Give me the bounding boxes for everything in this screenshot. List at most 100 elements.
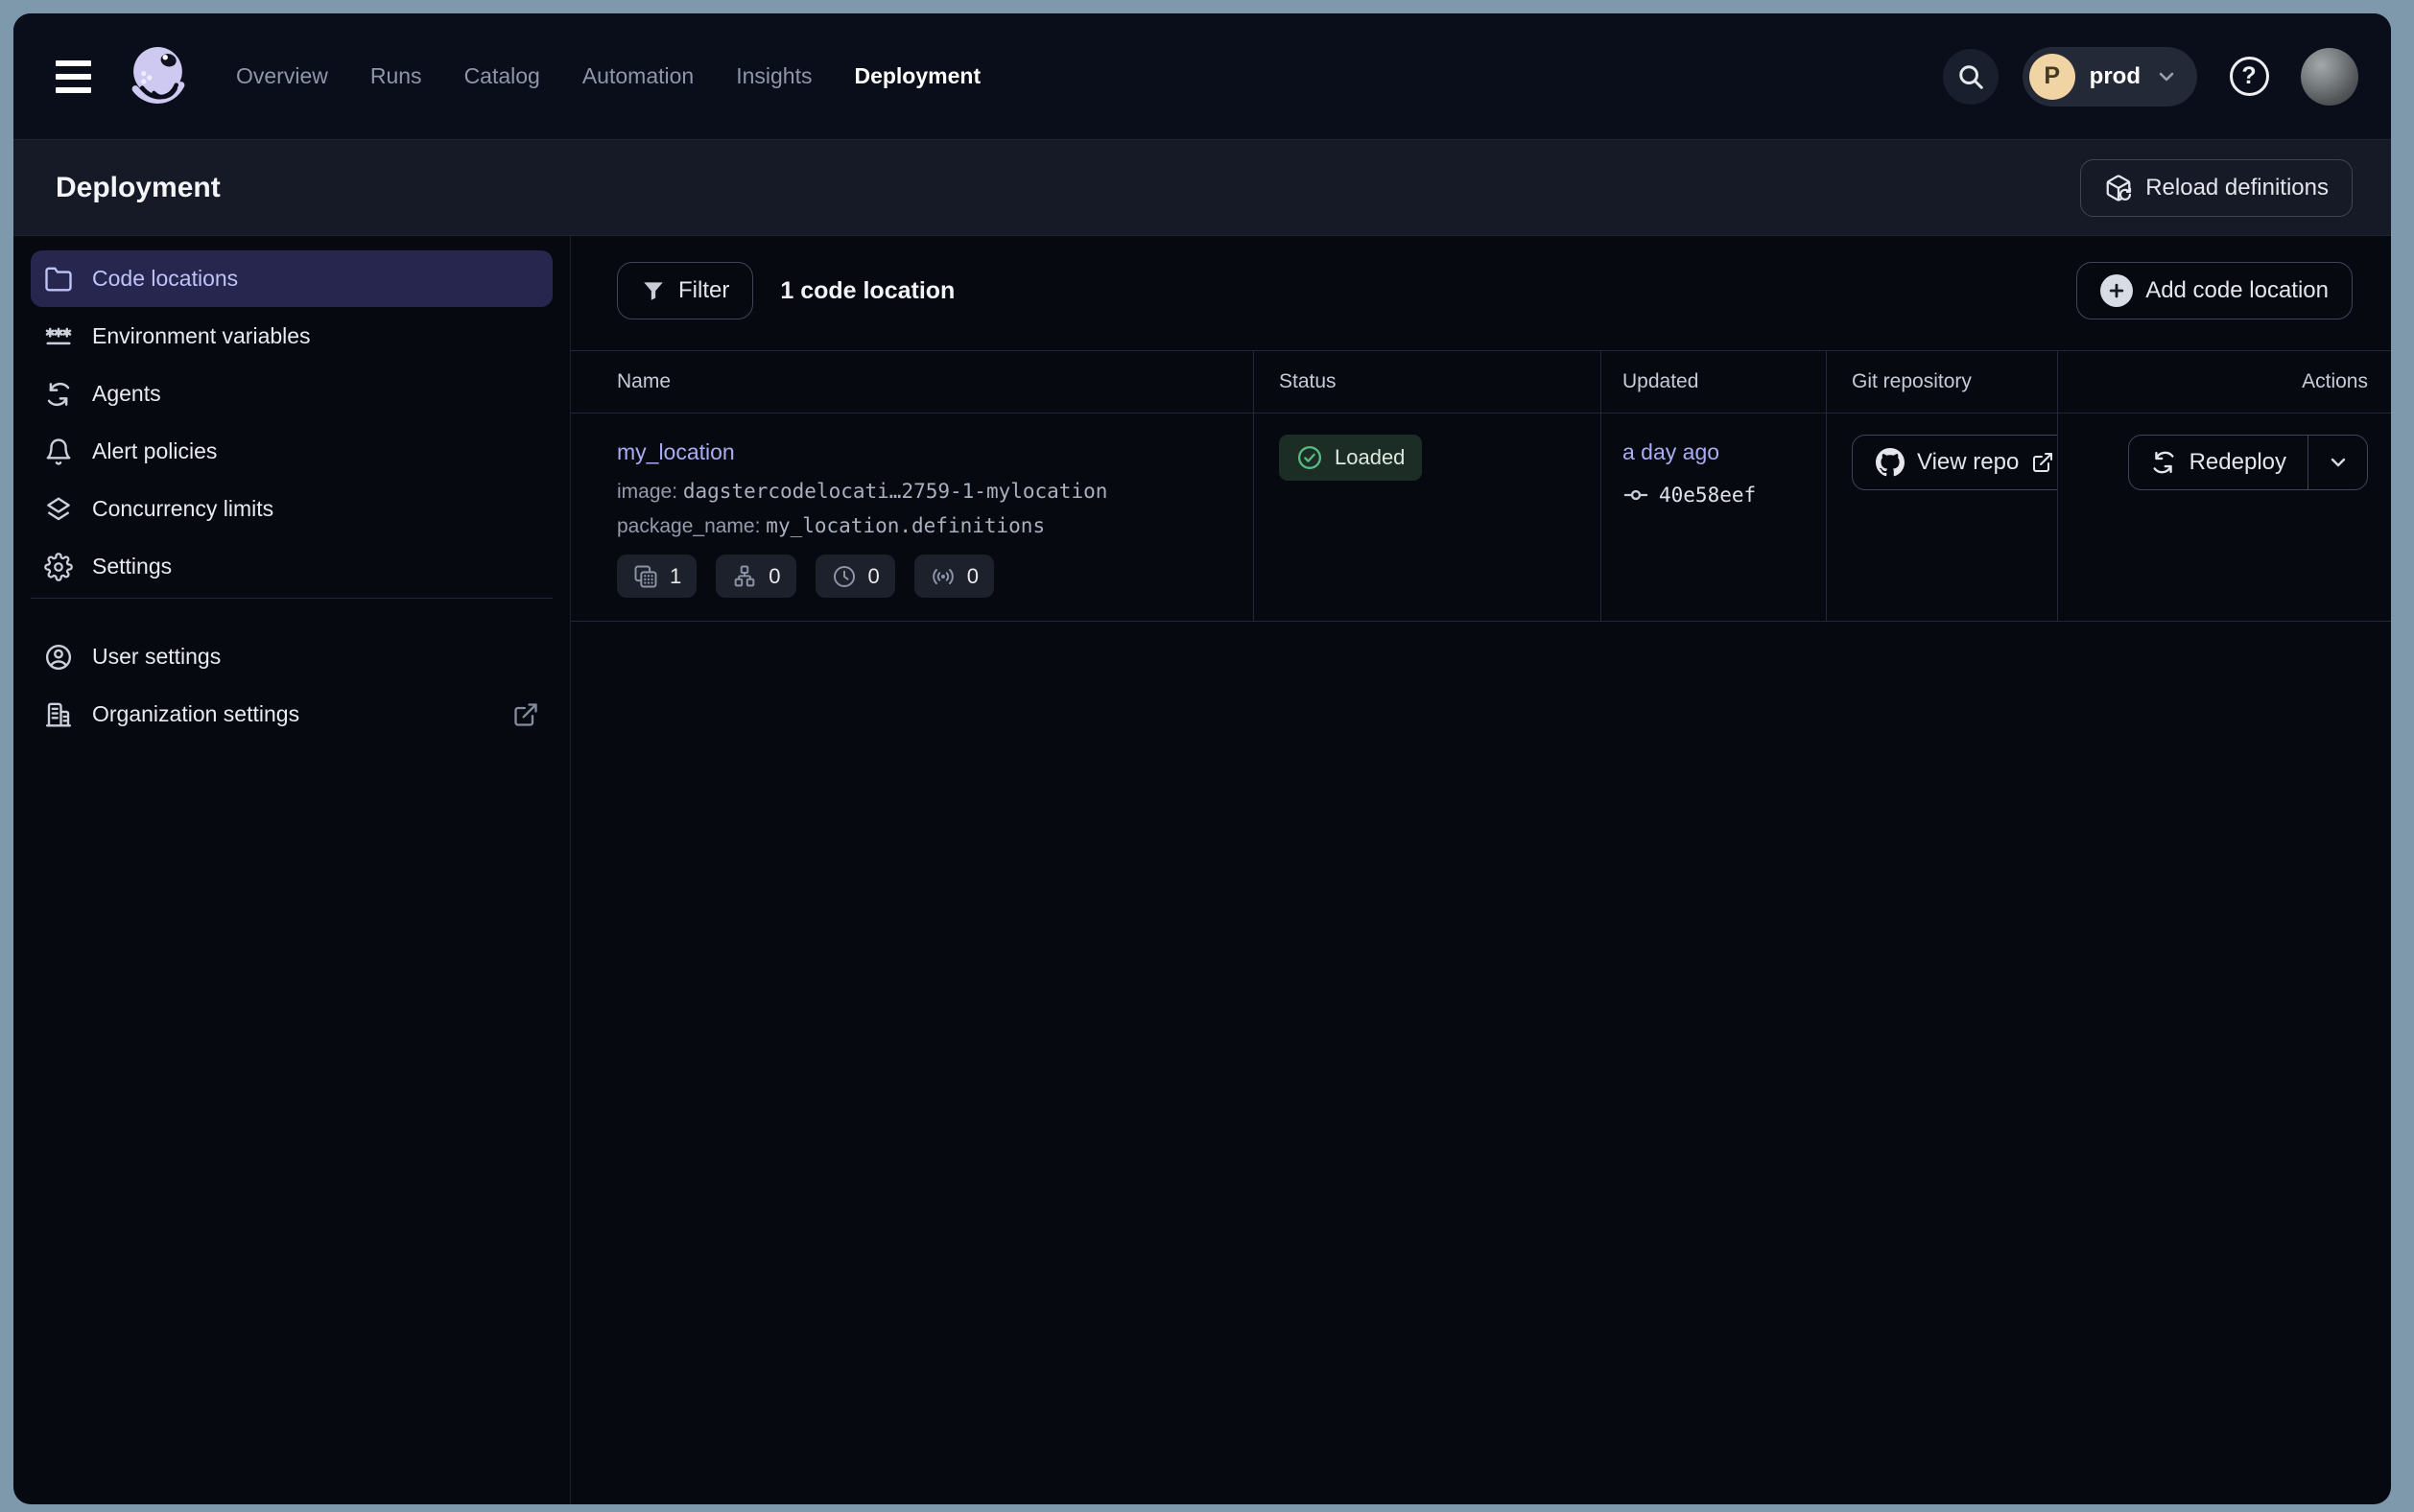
app-window: Overview Runs Catalog Automation Insight… (13, 13, 2391, 1504)
deployment-switcher[interactable]: P prod (2023, 47, 2197, 106)
deployment-name: prod (2090, 63, 2141, 90)
image-label: image: (617, 481, 677, 503)
sidebar-item-label: Environment variables (92, 323, 311, 349)
updated-cell: a day ago 40e58eef (1600, 413, 1826, 621)
add-code-location-button[interactable]: Add code location (2076, 262, 2353, 319)
status-cell: Loaded (1253, 413, 1600, 621)
chevron-down-icon (2327, 451, 2350, 474)
view-repo-label: View repo (1917, 449, 2019, 476)
column-header-name: Name (571, 351, 1253, 413)
main-panel: Filter 1 code location Add code location… (571, 236, 2391, 1504)
sensor-signal-icon (930, 563, 957, 590)
user-circle-icon (44, 643, 73, 672)
dagster-logo-icon[interactable] (128, 44, 192, 108)
top-nav: Overview Runs Catalog Automation Insight… (13, 13, 2391, 140)
code-location-link[interactable]: my_location (617, 439, 735, 465)
page-header: Deployment Reload definitions (13, 140, 2391, 236)
commit-line: 40e58eef (1622, 482, 1826, 508)
assets-count-badge: 1 (617, 555, 697, 598)
chevron-down-icon (2155, 65, 2178, 88)
sidebar-item-label: Concurrency limits (92, 496, 273, 522)
search-button[interactable] (1943, 49, 1999, 105)
nav-item-insights[interactable]: Insights (736, 63, 812, 89)
table-header-row: Name Status Updated Git repository Actio… (571, 350, 2391, 413)
agents-cycle-icon (44, 380, 73, 409)
jobs-count-badge: 0 (716, 555, 795, 598)
filter-label: Filter (678, 277, 729, 304)
definition-count-badges: 1 0 (617, 555, 1253, 598)
schedules-count: 0 (868, 564, 880, 589)
image-value: dagstercodelocati…2759-1-mylocation (683, 480, 1108, 503)
column-header-actions: Actions (2057, 351, 2391, 413)
sidebar-item-agents[interactable]: Agents (31, 366, 553, 422)
updated-time-link[interactable]: a day ago (1622, 439, 1719, 465)
help-icon: ? (2230, 57, 2269, 96)
check-circle-icon (1296, 444, 1323, 471)
bell-icon (44, 437, 73, 466)
status-label: Loaded (1335, 445, 1405, 470)
env-variables-icon (44, 322, 73, 351)
plus-circle-icon (2100, 274, 2133, 307)
sidebar-divider (31, 598, 553, 599)
schedule-clock-icon (831, 563, 858, 590)
external-link-icon (2031, 451, 2054, 474)
refresh-icon (2150, 449, 2177, 476)
nav-item-overview[interactable]: Overview (236, 63, 328, 89)
hamburger-menu-icon[interactable] (56, 53, 104, 101)
sidebar-item-label: Settings (92, 554, 172, 579)
add-code-location-label: Add code location (2145, 277, 2329, 304)
sidebar-item-settings[interactable]: Settings (31, 538, 553, 595)
deployment-sidebar: Code locations Environment variables (13, 236, 571, 1504)
nav-item-runs[interactable]: Runs (370, 63, 422, 89)
folder-icon (44, 265, 73, 294)
deployment-avatar: P (2029, 54, 2075, 100)
content-area: Code locations Environment variables (13, 236, 2391, 1504)
sidebar-item-concurrency-limits[interactable]: Concurrency limits (31, 481, 553, 537)
code-location-count: 1 code location (780, 262, 955, 319)
reload-definitions-label: Reload definitions (2145, 175, 2329, 201)
table-row: my_location image: dagstercodelocati…275… (571, 413, 2391, 622)
code-locations-toolbar: Filter 1 code location Add code location (571, 236, 2391, 350)
git-commit-icon (1622, 482, 1649, 508)
help-button[interactable]: ? (2221, 49, 2277, 105)
primary-nav: Overview Runs Catalog Automation Insight… (236, 63, 981, 89)
nav-item-automation[interactable]: Automation (582, 63, 694, 89)
redeploy-label: Redeploy (2189, 449, 2286, 476)
name-cell: my_location image: dagstercodelocati…275… (571, 413, 1253, 621)
package-label: package_name: (617, 515, 760, 537)
search-icon (1956, 62, 1985, 91)
nav-right-cluster: P prod ? (1943, 47, 2358, 106)
layers-icon (44, 495, 73, 524)
reload-definitions-button[interactable]: Reload definitions (2080, 159, 2353, 217)
package-value: my_location.definitions (766, 514, 1045, 537)
reload-definitions-icon (2104, 174, 2133, 202)
filter-button[interactable]: Filter (617, 262, 753, 319)
github-icon (1876, 448, 1905, 477)
building-icon (44, 700, 73, 729)
external-link-icon (512, 701, 539, 728)
assets-count: 1 (670, 564, 681, 589)
sidebar-item-label: Organization settings (92, 701, 299, 727)
schedules-count-badge: 0 (816, 555, 895, 598)
sidebar-item-organization-settings[interactable]: Organization settings (31, 686, 553, 743)
status-badge: Loaded (1279, 435, 1422, 481)
sidebar-item-code-locations[interactable]: Code locations (31, 250, 553, 307)
redeploy-split-button: Redeploy (2128, 435, 2368, 490)
view-repo-button[interactable]: View repo (1852, 435, 2057, 490)
sidebar-item-alert-policies[interactable]: Alert policies (31, 423, 553, 480)
page-title: Deployment (56, 172, 221, 204)
redeploy-button[interactable]: Redeploy (2129, 436, 2308, 489)
column-header-updated: Updated (1600, 351, 1826, 413)
image-line: image: dagstercodelocati…2759-1-mylocati… (617, 480, 1253, 504)
jobs-hierarchy-icon (731, 563, 758, 590)
sidebar-item-label: User settings (92, 644, 221, 670)
sensors-count-badge: 0 (914, 555, 994, 598)
redeploy-menu-button[interactable] (2308, 436, 2367, 489)
nav-item-deployment[interactable]: Deployment (854, 63, 981, 89)
sidebar-item-environment-variables[interactable]: Environment variables (31, 308, 553, 365)
assets-grid-icon (632, 563, 659, 590)
sidebar-item-user-settings[interactable]: User settings (31, 628, 553, 685)
jobs-count: 0 (769, 564, 780, 589)
user-avatar[interactable] (2301, 48, 2358, 106)
nav-item-catalog[interactable]: Catalog (464, 63, 540, 89)
